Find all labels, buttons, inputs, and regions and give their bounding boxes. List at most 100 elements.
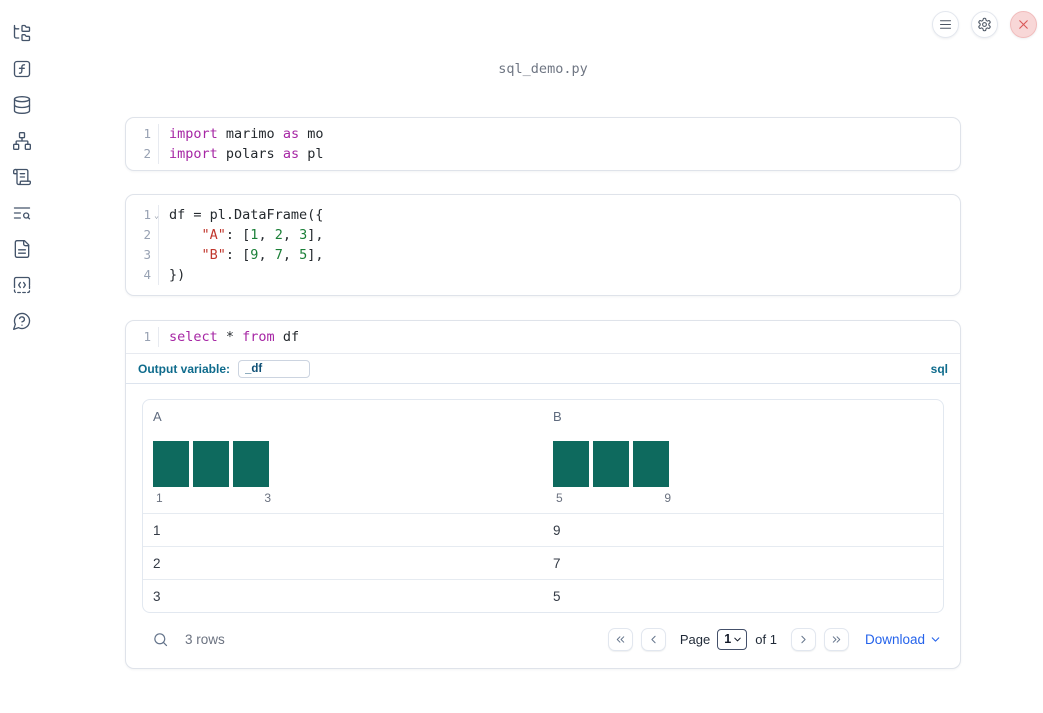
code-cell-imports[interactable]: 1 import marimo as mo 2 import polars as pl bbox=[125, 117, 961, 171]
help-chat-icon bbox=[12, 311, 32, 331]
code-snippets-icon bbox=[12, 275, 32, 295]
code-line: 2 "A": [1, 2, 3], bbox=[126, 225, 960, 245]
function-square-icon bbox=[12, 59, 32, 79]
code-line: 1 select * from df bbox=[126, 327, 960, 347]
histogram-bar bbox=[553, 441, 589, 487]
line-number: 3 bbox=[126, 245, 159, 265]
code-line: 4}) bbox=[126, 265, 960, 285]
axis-max-label: 3 bbox=[264, 491, 271, 505]
code-text[interactable]: df = pl.DataFrame({ bbox=[159, 205, 323, 225]
table-row: 19 bbox=[143, 513, 943, 546]
fold-arrow-icon[interactable]: ⌄ bbox=[154, 206, 159, 226]
histogram-bar bbox=[153, 441, 189, 487]
code-line: 1 import marimo as mo bbox=[126, 124, 960, 144]
code-text[interactable]: import marimo as mo bbox=[159, 124, 323, 144]
table-footer: 3 rows Page 1 of 1 Download bbox=[142, 622, 944, 656]
table-body: 192735 bbox=[143, 513, 943, 612]
sidebar-item-snippets[interactable] bbox=[11, 274, 33, 296]
table-row: 27 bbox=[143, 546, 943, 579]
column-header-b[interactable]: B 59 bbox=[543, 400, 943, 513]
output-variable-input[interactable] bbox=[238, 359, 311, 378]
table-cell: 2 bbox=[153, 555, 161, 571]
output-variable-row: Output variable: sql bbox=[126, 354, 960, 384]
chevron-down-icon bbox=[929, 633, 942, 646]
table-cell: 7 bbox=[553, 555, 561, 571]
table-cell: 5 bbox=[553, 588, 561, 604]
dataframe-table: A13B59 192735 bbox=[142, 399, 944, 613]
column-histogram bbox=[553, 441, 669, 487]
sidebar-item-dependency-graph[interactable] bbox=[11, 130, 33, 152]
column-name: B bbox=[553, 409, 562, 424]
code-text[interactable]: select * from df bbox=[159, 327, 299, 347]
sql-cell: 1select * from df Output variable: sql A… bbox=[125, 320, 961, 669]
sidebar-item-logs[interactable] bbox=[11, 166, 33, 188]
histogram-axis: 13 bbox=[153, 491, 273, 505]
table-cell: 9 bbox=[553, 522, 561, 538]
database-icon bbox=[12, 95, 32, 115]
row-count: 3 rows bbox=[185, 631, 225, 647]
language-badge: sql bbox=[930, 361, 948, 376]
axis-min-label: 1 bbox=[156, 491, 163, 505]
table-header: A13B59 bbox=[143, 400, 943, 513]
previous-page-button[interactable] bbox=[640, 627, 666, 651]
table-cell: 3 bbox=[153, 588, 161, 604]
code-cell-dataframe[interactable]: 1 ⌄ df = pl.DataFrame({2 "A": [1, 2, 3], 3 … bbox=[125, 194, 961, 296]
scroll-logs-icon bbox=[12, 167, 32, 187]
histogram-bar bbox=[633, 441, 669, 487]
code-text[interactable]: "A": [1, 2, 3], bbox=[159, 225, 324, 245]
sidebar-item-help[interactable] bbox=[11, 310, 33, 332]
search-icon bbox=[152, 631, 169, 648]
line-number: 4 bbox=[126, 265, 159, 285]
download-label: Download bbox=[864, 631, 925, 647]
download-button[interactable]: Download bbox=[865, 632, 942, 647]
column-name: A bbox=[153, 409, 162, 424]
line-number: 1 ⌄ bbox=[126, 205, 159, 225]
last-page-button[interactable] bbox=[823, 627, 849, 651]
histogram-bar bbox=[193, 441, 229, 487]
sidebar-item-documentation[interactable] bbox=[11, 238, 33, 260]
sql-editor[interactable]: 1 select * from df bbox=[126, 321, 960, 354]
cell-output-area: A13B59 192735 3 rows Page 1 of 1 Downloa… bbox=[126, 384, 960, 668]
close-icon bbox=[1016, 17, 1031, 32]
table-search-button[interactable] bbox=[152, 631, 169, 648]
code-text[interactable]: }) bbox=[159, 265, 185, 285]
page-select-value: 1 bbox=[724, 632, 732, 646]
output-variable-label: Output variable: bbox=[138, 361, 231, 376]
histogram-bar bbox=[233, 441, 269, 487]
line-number: 1 bbox=[126, 124, 159, 144]
notebook: sql_demo.py 1 import marimo as mo 2 import … bbox=[125, 0, 961, 669]
gear-icon bbox=[977, 17, 992, 32]
histogram-axis: 59 bbox=[553, 491, 673, 505]
sidebar-item-functions[interactable] bbox=[11, 58, 33, 80]
chevrons-right-icon bbox=[830, 633, 843, 646]
histogram-bar bbox=[593, 441, 629, 487]
next-page-button[interactable] bbox=[790, 627, 816, 651]
text-search-icon bbox=[12, 203, 32, 223]
page-select[interactable]: 1 bbox=[717, 628, 748, 650]
axis-min-label: 5 bbox=[556, 491, 563, 505]
sidebar-item-datasources[interactable] bbox=[11, 94, 33, 116]
shutdown-button[interactable] bbox=[1010, 11, 1037, 38]
code-text[interactable]: import polars as pl bbox=[159, 144, 323, 164]
code-text[interactable]: "B": [9, 7, 5], bbox=[159, 245, 324, 265]
sidebar-item-tracebacks[interactable] bbox=[11, 202, 33, 224]
dependency-graph-icon bbox=[12, 131, 32, 151]
chevron-right-icon bbox=[797, 633, 810, 646]
column-header-a[interactable]: A13 bbox=[143, 400, 543, 513]
sidebar bbox=[0, 0, 44, 713]
page-label: Page bbox=[679, 631, 711, 647]
code-line: 2 import polars as pl bbox=[126, 144, 960, 164]
sidebar-item-file-tree[interactable] bbox=[11, 22, 33, 44]
line-number: 2 bbox=[126, 144, 159, 164]
line-number: 2 bbox=[126, 225, 159, 245]
first-page-button[interactable] bbox=[607, 627, 633, 651]
chevrons-left-icon bbox=[614, 633, 627, 646]
settings-button[interactable] bbox=[971, 11, 998, 38]
column-histogram bbox=[153, 441, 269, 487]
table-cell: 1 bbox=[153, 522, 161, 538]
document-icon bbox=[12, 239, 32, 259]
file-tree-icon bbox=[12, 23, 32, 43]
code-line: 3 "B": [9, 7, 5], bbox=[126, 245, 960, 265]
chevron-down-icon bbox=[732, 634, 743, 645]
notebook-filename: sql_demo.py bbox=[498, 61, 588, 77]
